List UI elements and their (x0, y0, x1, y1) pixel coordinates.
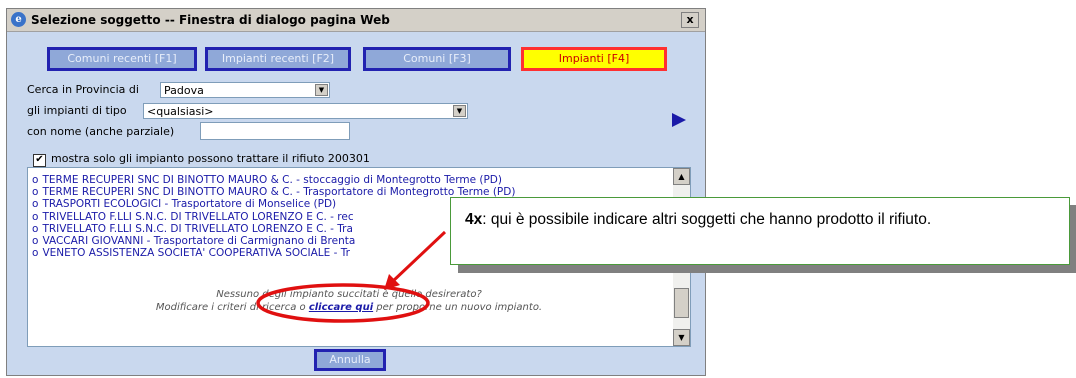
annotation-overlay (256, 230, 447, 323)
arrow-line (390, 230, 447, 284)
highlight-ellipse (256, 283, 430, 323)
